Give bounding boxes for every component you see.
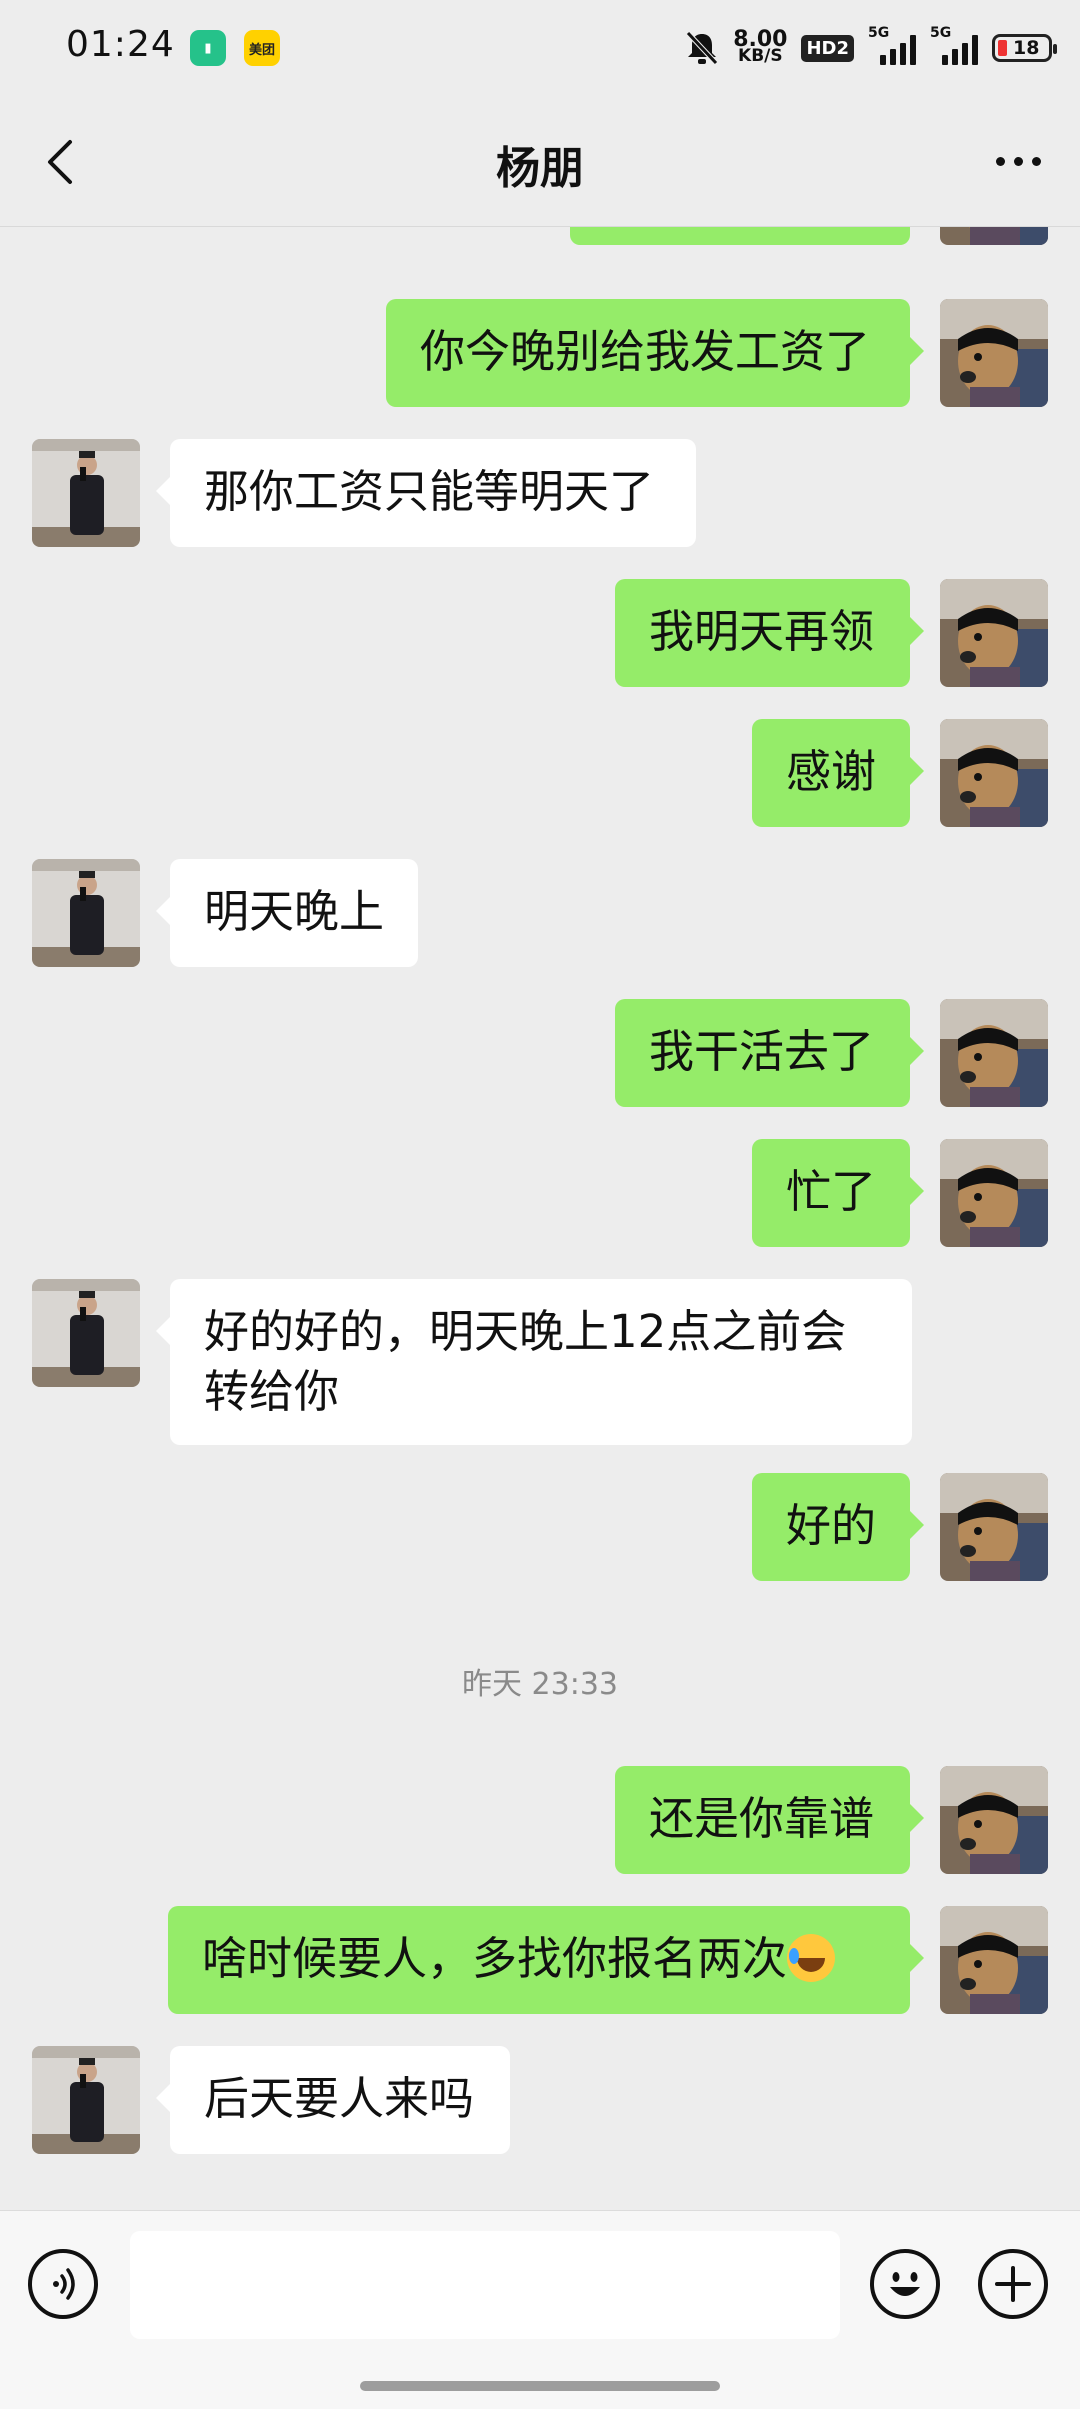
contact-avatar[interactable] [32, 439, 140, 547]
plus-icon [995, 2266, 1031, 2302]
status-bar: 01:24 ▮ 美团 8.00 KB/S HD2 5G 5G 18 [0, 0, 1080, 96]
message-text: 忙了 [786, 1165, 877, 1218]
message-text: 后天要人来吗 [204, 2072, 475, 2125]
my-avatar[interactable] [940, 299, 1048, 407]
voice-icon [53, 2268, 75, 2300]
my-avatar[interactable] [940, 999, 1048, 1107]
signal-icon-sim2: 5G [930, 25, 978, 65]
network-speed: 8.00 KB/S [733, 27, 788, 66]
message-row: 我干活去了 [0, 999, 1080, 1107]
message-text: 你今晚别给我发工资了 [420, 325, 871, 378]
message-row: 后天要人来吗 [0, 2046, 1080, 2154]
outgoing-message-bubble[interactable]: 你今晚别给我发工资了 [386, 299, 924, 407]
message-row: 忙了 [0, 1139, 1080, 1247]
chat-header: 杨朋 [0, 96, 1080, 227]
message-row: 好的好的，明天晚上12点之前会转给你 [0, 1279, 1080, 1445]
voice-input-button[interactable] [28, 2249, 98, 2319]
message-row: 感谢 [0, 719, 1080, 827]
mute-bell-icon [686, 31, 719, 65]
message-text: 好的 [786, 1499, 877, 1552]
my-avatar[interactable] [940, 1139, 1048, 1247]
message-row: 啥时候要人，多找你报名两次 [0, 1906, 1080, 2014]
message-text: 我明天再领 [649, 605, 875, 658]
message-text: 好的好的，明天晚上12点之前会转给你 [204, 1305, 847, 1418]
outgoing-message-bubble[interactable]: 我干活去了 [615, 999, 924, 1107]
my-avatar[interactable] [940, 719, 1048, 827]
battery-icon: 18 [992, 34, 1057, 62]
contact-avatar[interactable] [32, 859, 140, 967]
battery-level: 18 [1013, 37, 1040, 59]
signal-icon-sim1: 5G [868, 25, 916, 65]
my-avatar[interactable] [940, 579, 1048, 687]
laugh-cry-emoji [787, 1934, 836, 1982]
message-list[interactable]: 刚刚才来的你今晚别给我发工资了那你工资只能等明天了我明天再领感谢明天晚上我干活去… [0, 227, 1080, 2209]
incoming-message-bubble[interactable]: 后天要人来吗 [156, 2046, 510, 2154]
message-row: 我明天再领 [0, 579, 1080, 687]
outgoing-message-bubble[interactable]: 忙了 [752, 1139, 924, 1247]
message-timestamp: 昨天 23:33 [462, 1667, 618, 1702]
contact-avatar[interactable] [32, 2046, 140, 2154]
more-options-icon[interactable] [986, 136, 1050, 186]
home-indicator[interactable] [360, 2381, 720, 2391]
input-bar [0, 2210, 1080, 2409]
status-time: 01:24 [66, 24, 175, 65]
message-row: 还是你靠谱 [0, 1766, 1080, 1874]
message-text: 明天晚上 [204, 885, 385, 938]
meituan-app-icon: 美团 [244, 30, 280, 66]
battery-app-icon: ▮ [190, 30, 226, 66]
status-indicators: 8.00 KB/S HD2 5G 5G 18 [685, 25, 1057, 70]
my-avatar[interactable] [940, 1766, 1048, 1874]
my-avatar[interactable] [940, 1473, 1048, 1581]
more-actions-button[interactable] [978, 2249, 1048, 2319]
message-row: 明天晚上 [0, 859, 1080, 967]
emoji-button[interactable] [870, 2249, 940, 2319]
message-text: 我干活去了 [649, 1025, 875, 1078]
message-row: 你今晚别给我发工资了 [0, 299, 1080, 407]
hd-badge: HD2 [801, 34, 854, 62]
message-row: 刚刚才来的 [0, 227, 1080, 245]
message-row: 那你工资只能等明天了 [0, 439, 1080, 547]
incoming-message-bubble[interactable]: 明天晚上 [156, 859, 418, 967]
message-text: 那你工资只能等明天了 [204, 465, 655, 518]
contact-avatar[interactable] [32, 1279, 140, 1387]
smile-icon [890, 2272, 920, 2296]
outgoing-message-bubble[interactable]: 感谢 [752, 719, 924, 827]
message-text: 啥时候要人，多找你报名两次 [202, 1932, 788, 1985]
incoming-message-bubble[interactable]: 那你工资只能等明天了 [156, 439, 696, 547]
message-text: 还是你靠谱 [649, 1792, 875, 1845]
chat-title: 杨朋 [496, 143, 584, 194]
outgoing-message-bubble[interactable]: 刚刚才来的 [570, 227, 910, 245]
message-row: 好的 [0, 1473, 1080, 1581]
my-avatar[interactable] [940, 227, 1048, 245]
my-avatar[interactable] [940, 1906, 1048, 2014]
outgoing-message-bubble[interactable]: 我明天再领 [615, 579, 924, 687]
outgoing-message-bubble[interactable]: 还是你靠谱 [615, 1766, 924, 1874]
message-input[interactable] [130, 2231, 840, 2339]
incoming-message-bubble[interactable]: 好的好的，明天晚上12点之前会转给你 [156, 1279, 912, 1445]
message-text: 感谢 [786, 745, 877, 798]
outgoing-message-bubble[interactable]: 好的 [752, 1473, 924, 1581]
outgoing-message-bubble[interactable]: 啥时候要人，多找你报名两次 [168, 1906, 924, 2014]
